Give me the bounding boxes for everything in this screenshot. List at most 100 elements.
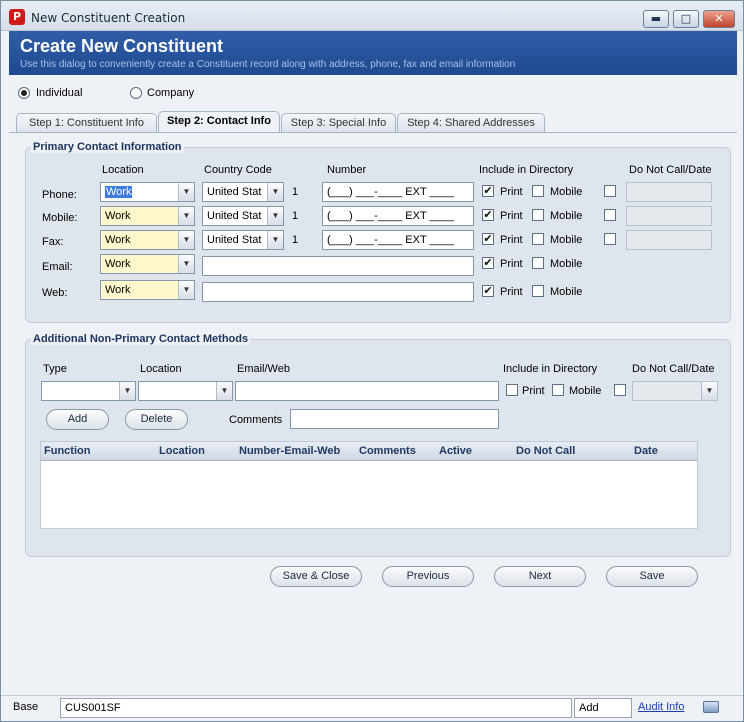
contact-methods-table[interactable]: Function Location Number-Email-Web Comme… [40,441,698,529]
phone-mobile-checkbox[interactable] [532,185,544,197]
mobile-print-checkbox[interactable]: ✔ [482,209,494,221]
web-input[interactable] [202,282,474,302]
phone-label: Phone: [42,189,77,201]
fax-print-checkbox[interactable]: ✔ [482,233,494,245]
status-screen-code: CUS001SF [60,698,572,718]
tab-shared-addresses[interactable]: Step 4: Shared Addresses [397,113,545,132]
mobile-country-select[interactable]: United Stat ▼ [202,206,284,226]
number-header: Number [327,164,367,176]
fax-country-select[interactable]: United Stat ▼ [202,230,284,250]
phone-print-checkbox[interactable]: ✔ [482,185,494,197]
chevron-down-icon[interactable]: ▼ [267,183,283,201]
header-banner: Create New Constituent Use this dialog t… [9,31,737,75]
additional-print-checkbox[interactable] [506,384,518,396]
do-not-call-header: Do Not Call/Date [629,164,712,176]
save-close-button[interactable]: Save & Close [270,566,362,587]
chevron-down-icon[interactable]: ▼ [119,382,135,400]
close-button[interactable]: ✕ [703,10,735,28]
additional-mobile-label: Mobile [569,385,602,397]
comments-input[interactable] [290,409,499,429]
phone-dnc-checkbox[interactable] [604,185,616,197]
printer-icon[interactable] [703,701,719,713]
page-title: Create New Constituent [20,36,224,56]
chevron-down-icon[interactable]: ▼ [178,183,194,201]
tab-constituent-info[interactable]: Step 1: Constituent Info [16,113,157,132]
chevron-down-icon: ▼ [701,382,717,400]
web-mobile-label: Mobile [550,286,583,298]
additional-dnc-date: ▼ [632,381,718,401]
mobile-dnc-checkbox[interactable] [604,209,616,221]
column-do-not-call[interactable]: Do Not Call [516,445,575,457]
web-print-checkbox[interactable]: ✔ [482,285,494,297]
previous-button[interactable]: Previous [382,566,474,587]
type-header: Type [43,363,67,375]
phone-location-value: Work [105,186,133,198]
fax-label: Fax: [42,236,64,248]
chevron-down-icon[interactable]: ▼ [178,281,194,299]
mobile-label: Mobile: [42,212,78,224]
phone-country-select[interactable]: United Stat ▼ [202,182,284,202]
add-button[interactable]: Add [46,409,109,430]
next-button[interactable]: Next [494,566,586,587]
mobile-location-select[interactable]: Work ▼ [100,206,195,226]
minimize-button[interactable]: ▬ [643,10,669,28]
fax-location-value: Work [105,234,131,246]
mobile-print-label: Print [500,210,523,222]
web-mobile-checkbox[interactable] [532,285,544,297]
company-radio[interactable] [130,87,142,99]
column-comments[interactable]: Comments [359,445,416,457]
chevron-down-icon[interactable]: ▼ [178,255,194,273]
phone-country-code: 1 [292,186,299,198]
mobile-mobile-checkbox[interactable] [532,209,544,221]
phone-location-select[interactable]: Work ▼ [100,182,195,202]
web-label: Web: [42,287,68,299]
mobile-number-input[interactable]: (___) ___-____ EXT ____ [322,206,474,226]
additional-dnc-checkbox[interactable] [614,384,626,396]
audit-info-link[interactable]: Audit Info [638,701,684,713]
chevron-down-icon[interactable]: ▼ [178,207,194,225]
tab-special-info[interactable]: Step 3: Special Info [281,113,396,132]
fax-location-select[interactable]: Work ▼ [100,230,195,250]
individual-radio[interactable] [18,87,30,99]
maximize-button[interactable]: □ [673,10,699,28]
column-active[interactable]: Active [439,445,472,457]
email-print-checkbox[interactable]: ✔ [482,257,494,269]
fax-country-value: United Stat [207,234,262,246]
window-title: New Constituent Creation [31,11,186,25]
fax-number-input[interactable]: (___) ___-____ EXT ____ [322,230,474,250]
status-base: Base [13,701,39,713]
chevron-down-icon[interactable]: ▼ [216,382,232,400]
column-location[interactable]: Location [159,445,205,457]
country-code-header: Country Code [204,164,272,176]
email-mobile-checkbox[interactable] [532,257,544,269]
status-bar: Base CUS001SF Add Audit Info [1,695,743,721]
additional-contact-title: Additional Non-Primary Contact Methods [31,333,251,345]
company-label: Company [147,87,195,99]
column-number-email-web[interactable]: Number-Email-Web [239,445,340,457]
title-bar: P New Constituent Creation ▬ □ ✕ [1,1,743,31]
fax-mobile-checkbox[interactable] [532,233,544,245]
additional-location-select[interactable]: ▼ [138,381,233,401]
column-function[interactable]: Function [44,445,90,457]
fax-country-code: 1 [292,234,299,246]
chevron-down-icon[interactable]: ▼ [267,231,283,249]
additional-mobile-checkbox[interactable] [552,384,564,396]
delete-button[interactable]: Delete [125,409,188,430]
save-button[interactable]: Save [606,566,698,587]
email-location-value: Work [105,258,131,270]
directory-header: Include in Directory [479,164,574,176]
column-date[interactable]: Date [634,445,658,457]
email-web-input[interactable] [235,381,499,401]
tab-contact-info[interactable]: Step 2: Contact Info [158,111,280,133]
type-select[interactable]: ▼ [41,381,136,401]
email-location-select[interactable]: Work ▼ [100,254,195,274]
phone-number-input[interactable]: (___) ___-____ EXT ____ [322,182,474,202]
email-mobile-label: Mobile [550,258,583,270]
location-header: Location [102,164,144,176]
chevron-down-icon[interactable]: ▼ [178,231,194,249]
email-input[interactable] [202,256,474,276]
web-location-select[interactable]: Work ▼ [100,280,195,300]
chevron-down-icon[interactable]: ▼ [267,207,283,225]
fax-dnc-checkbox[interactable] [604,233,616,245]
additional-print-label: Print [522,385,545,397]
